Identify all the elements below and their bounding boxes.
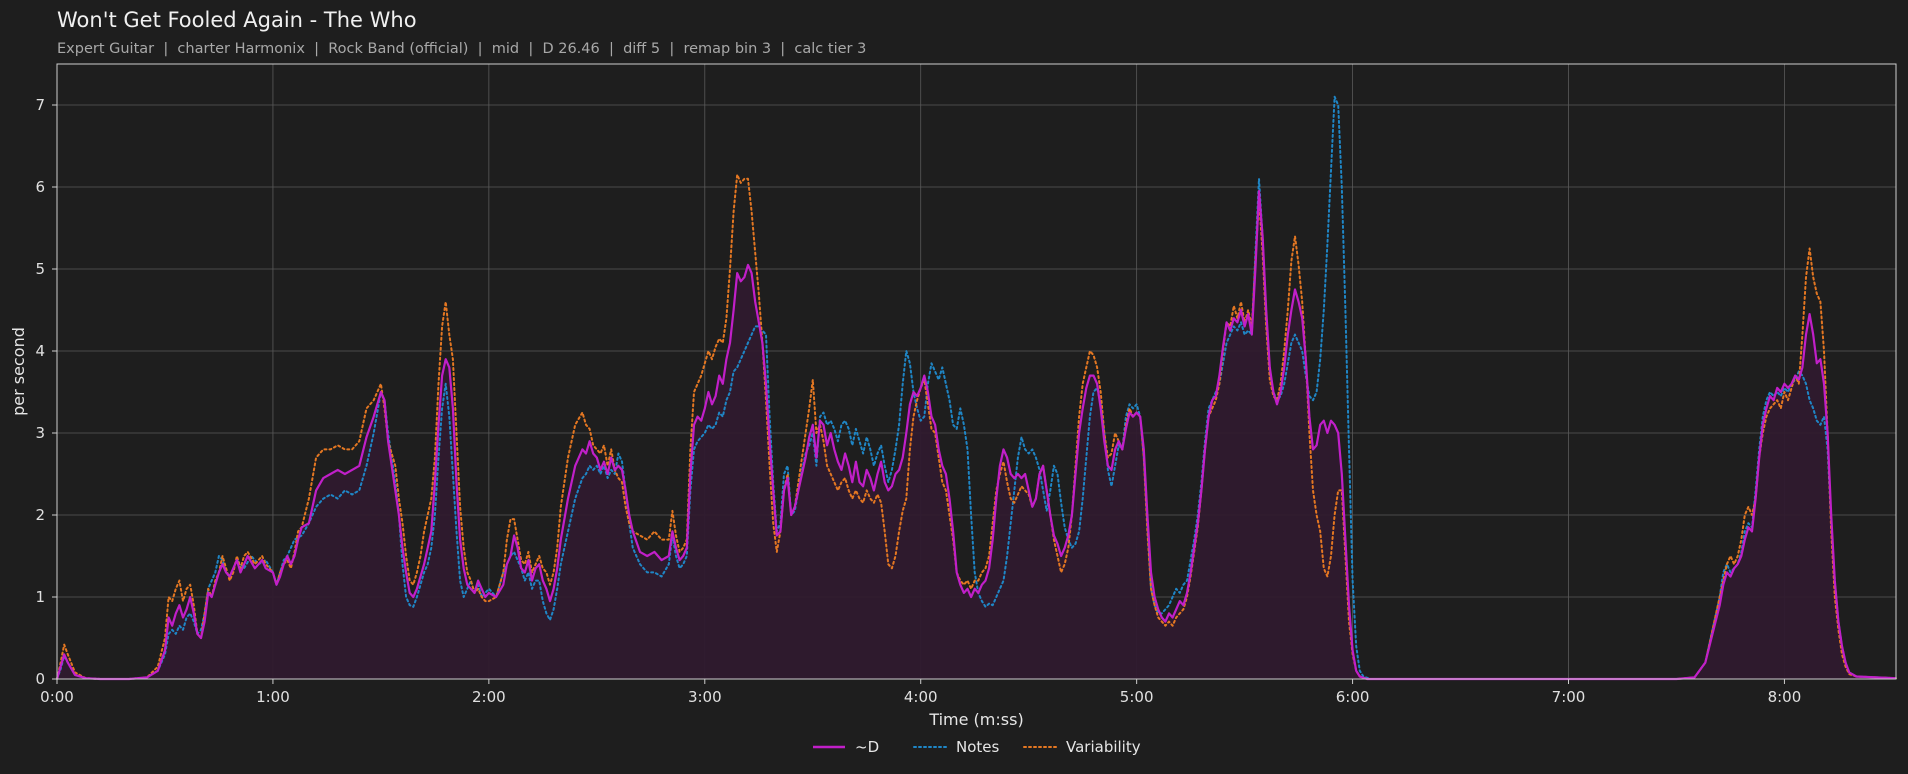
y-tick-label: 2	[35, 506, 45, 524]
x-tick-label: 3:00	[688, 688, 722, 706]
y-tick-label: 6	[35, 178, 45, 196]
y-tick-label: 3	[35, 424, 45, 442]
d-series-fill	[57, 191, 1896, 679]
x-tick-label: 5:00	[1120, 688, 1154, 706]
x-tick-label: 0:00	[40, 688, 74, 706]
x-tick-label: 7:00	[1552, 688, 1586, 706]
legend: ~D Notes Variability	[813, 738, 1141, 756]
chart-svg: 0:00 1:00 2:00 3:00 4:00 5:00 6:00 7:00 8:00 0 1 2 3…	[9, 63, 1897, 756]
x-tick-label: 2:00	[472, 688, 506, 706]
legend-label-d: ~D	[855, 738, 879, 756]
x-tick-label: 4:00	[904, 688, 938, 706]
x-tick-label: 6:00	[1336, 688, 1370, 706]
y-tick-label: 0	[35, 670, 45, 688]
y-tick-label: 4	[35, 342, 45, 360]
legend-label-variability: Variability	[1066, 738, 1141, 756]
y-axis-label: per second	[9, 327, 28, 416]
x-tick-label: 1:00	[256, 688, 290, 706]
y-tick-label: 5	[35, 260, 45, 278]
legend-label-notes: Notes	[956, 738, 1000, 756]
y-tick-label: 1	[35, 588, 45, 606]
x-tick-label: 8:00	[1768, 688, 1802, 706]
x-axis-label: Time (m:ss)	[928, 710, 1023, 729]
y-tick-label: 7	[35, 96, 45, 114]
